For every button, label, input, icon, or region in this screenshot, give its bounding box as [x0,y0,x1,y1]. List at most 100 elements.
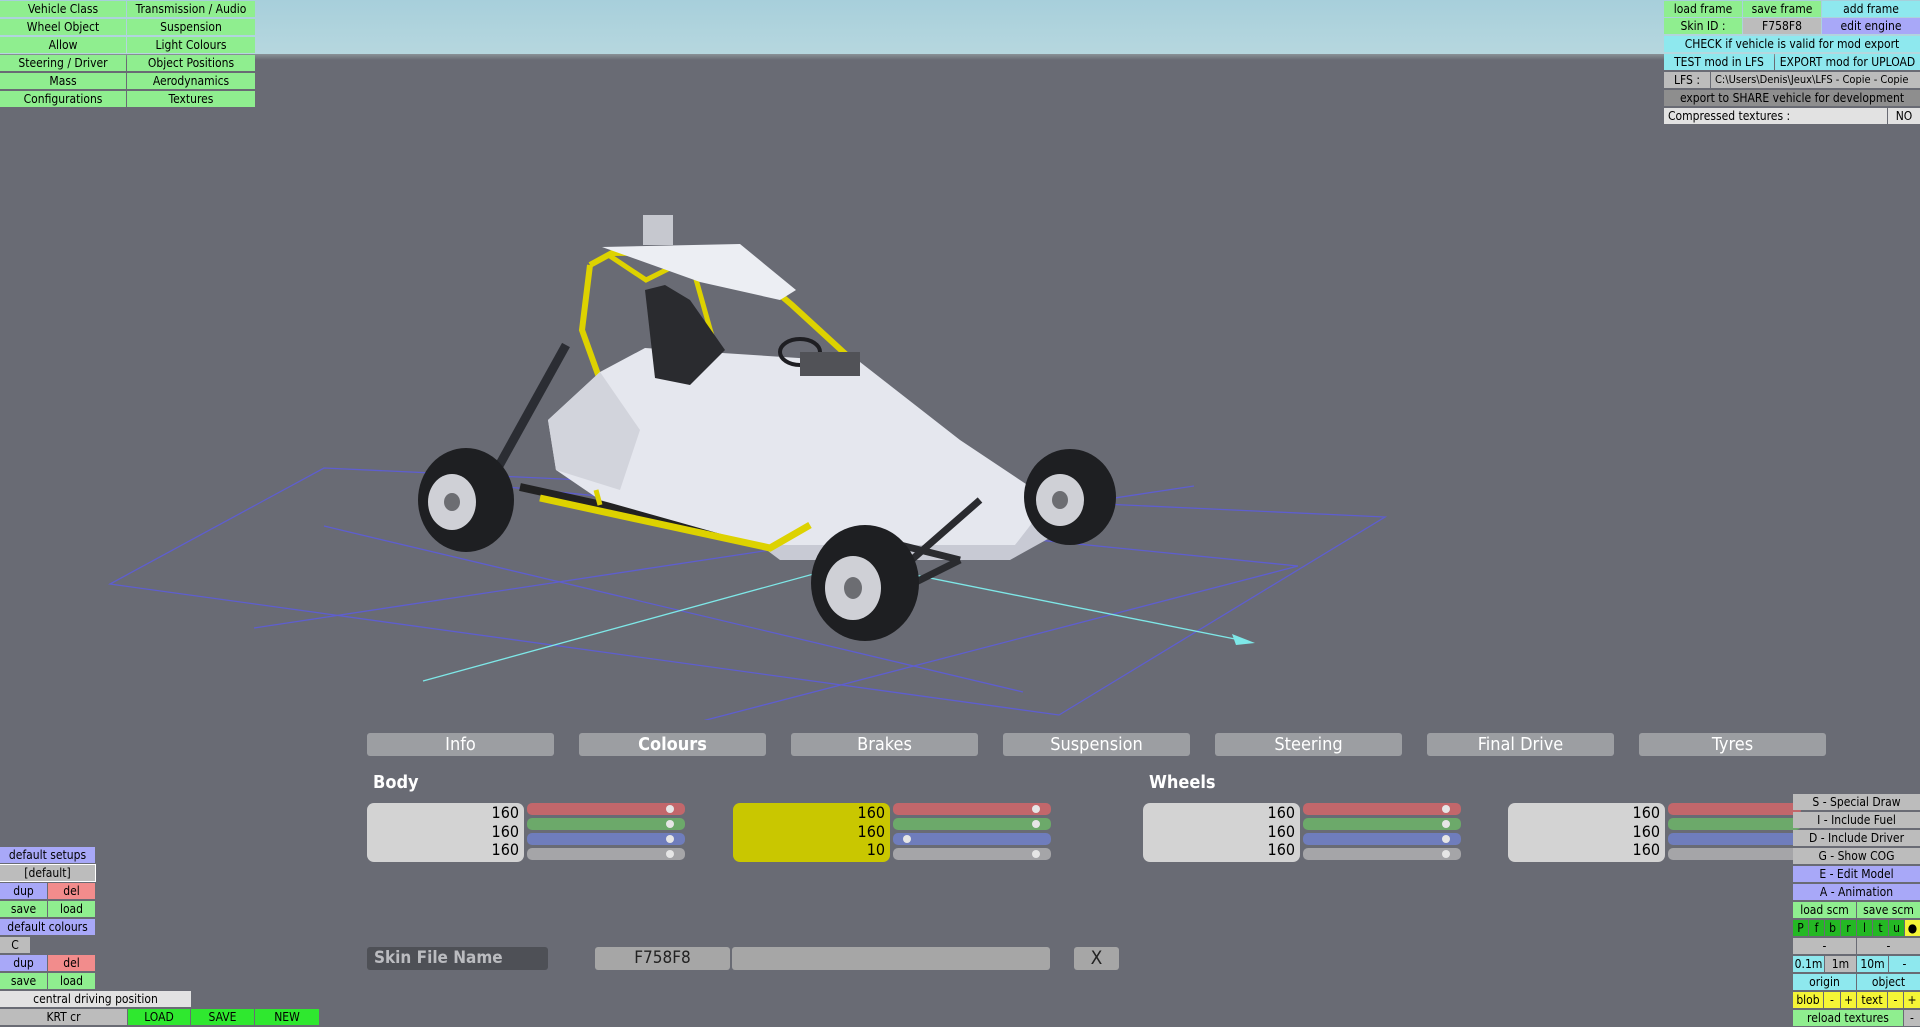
colour-slider-alpha[interactable] [1303,848,1461,860]
colour-slider-green[interactable] [1303,818,1461,830]
colour-slider-red[interactable] [893,803,1051,815]
tab-final-drive[interactable]: Final Drive [1427,733,1614,756]
default-setups-button[interactable]: default setups [0,847,95,863]
tab-suspension[interactable]: Suspension [1003,733,1190,756]
view-toggle-l[interactable]: l [1857,920,1872,936]
load-colour-button[interactable]: load [48,973,95,989]
view-toggle-dot[interactable]: ● [1905,920,1920,936]
skin-id-field[interactable]: F758F8 [1743,18,1821,34]
blob-plus-button[interactable]: + [1841,992,1856,1008]
tab-brakes[interactable]: Brakes [791,733,978,756]
vehicle-3d-viewport[interactable] [0,60,1920,720]
del-colour-button[interactable]: del [48,955,95,971]
slider-knob[interactable] [1441,805,1450,813]
tab-steering[interactable]: Steering [1215,733,1402,756]
slider-knob[interactable] [1441,820,1450,828]
special-draw-button[interactable]: S - Special Draw [1793,794,1920,810]
load-frame-button[interactable]: load frame [1664,1,1742,17]
step-0-1m-button[interactable]: 0.1m [1793,956,1824,972]
slider-knob[interactable] [1031,805,1040,813]
slider-knob[interactable] [902,835,911,843]
menu-configurations[interactable]: Configurations [0,91,126,107]
colour-values-box-2[interactable]: 160 160 10 [733,803,890,862]
object-button[interactable]: object [1857,974,1920,990]
test-mod-button[interactable]: TEST mod in LFS [1664,54,1774,70]
slider-knob[interactable] [665,820,674,828]
view-toggle-P[interactable]: P [1793,920,1808,936]
menu-mass[interactable]: Mass [0,73,126,89]
animation-button[interactable]: A - Animation [1793,884,1920,900]
save-scm-button[interactable]: save scm [1857,902,1920,918]
colour-values-box-4[interactable]: 160 160 160 [1508,803,1665,862]
load-scm-button[interactable]: load scm [1793,902,1856,918]
colour-slider-green[interactable] [527,818,685,830]
menu-allow[interactable]: Allow [0,37,126,53]
step-minus-button[interactable]: - [1889,956,1920,972]
add-frame-button[interactable]: add frame [1822,1,1920,17]
slider-knob[interactable] [1031,850,1040,858]
compressed-textures-toggle[interactable]: NO [1888,108,1920,124]
step-1m-button[interactable]: 1m [1825,956,1856,972]
view-toggle-b[interactable]: b [1825,920,1840,936]
slider-knob[interactable] [1441,835,1450,843]
slider-knob[interactable] [1031,820,1040,828]
colour-slider-blue[interactable] [1303,833,1461,845]
blob-minus-button[interactable]: - [1824,992,1840,1008]
colour-slider-green[interactable] [1668,818,1801,830]
view-toggle-t[interactable]: t [1873,920,1888,936]
lfs-path-field[interactable]: C:\Users\Denis\Jeux\LFS - Copie - Copie [1711,72,1920,88]
view-toggle-f[interactable]: f [1809,920,1824,936]
show-cog-button[interactable]: G - Show COG [1793,848,1920,864]
slider-knob[interactable] [1441,850,1450,858]
menu-steering-driver[interactable]: Steering / Driver [0,55,126,71]
new-vehicle-button[interactable]: NEW [255,1009,319,1025]
export-mod-button[interactable]: EXPORT mod for UPLOAD [1775,54,1920,70]
menu-transmission-audio[interactable]: Transmission / Audio [127,1,255,17]
check-valid-button[interactable]: CHECK if vehicle is valid for mod export [1664,36,1920,52]
setup-name-field[interactable]: [default] [0,864,96,882]
origin-button[interactable]: origin [1793,974,1856,990]
minus-button-right[interactable]: - [1857,938,1920,954]
menu-textures[interactable]: Textures [127,91,255,107]
colour-slider-blue[interactable] [527,833,685,845]
save-colour-button[interactable]: save [0,973,47,989]
colour-slider-red[interactable] [527,803,685,815]
del-setup-button[interactable]: del [48,883,95,899]
save-vehicle-button[interactable]: SAVE [191,1009,254,1025]
slider-knob[interactable] [665,835,674,843]
text-minus-button[interactable]: - [1888,992,1903,1008]
menu-light-colours[interactable]: Light Colours [127,37,255,53]
skin-file-name-input[interactable] [732,947,1050,970]
vehicle-name-field[interactable]: KRT cr [0,1009,127,1025]
colour-slider-alpha[interactable] [1668,848,1801,860]
reload-textures-button[interactable]: reload textures [1793,1010,1903,1026]
include-fuel-button[interactable]: I - Include Fuel [1793,812,1920,828]
edit-engine-button[interactable]: edit engine [1822,18,1920,34]
menu-wheel-object[interactable]: Wheel Object [0,19,126,35]
save-frame-button[interactable]: save frame [1743,1,1821,17]
text-plus-button[interactable]: + [1904,992,1920,1008]
slider-knob[interactable] [665,850,674,858]
menu-aerodynamics[interactable]: Aerodynamics [127,73,255,89]
tab-tyres[interactable]: Tyres [1639,733,1826,756]
colour-values-box-1[interactable]: 160 160 160 [367,803,524,862]
colour-slider-blue[interactable] [893,833,1051,845]
reload-minus-button[interactable]: - [1904,1010,1920,1026]
default-colours-button[interactable]: default colours [0,919,95,935]
export-share-button[interactable]: export to SHARE vehicle for development [1664,90,1920,106]
view-toggle-r[interactable]: r [1841,920,1856,936]
menu-vehicle-class[interactable]: Vehicle Class [0,1,126,17]
step-10m-button[interactable]: 10m [1857,956,1888,972]
minus-button-left[interactable]: - [1793,938,1856,954]
load-setup-button[interactable]: load [48,901,95,917]
central-driving-position-button[interactable]: central driving position [0,991,191,1007]
colour-name-field[interactable]: C [0,937,30,953]
include-driver-button[interactable]: D - Include Driver [1793,830,1920,846]
menu-object-positions[interactable]: Object Positions [127,55,255,71]
dup-colour-button[interactable]: dup [0,955,47,971]
tab-colours[interactable]: Colours [579,733,766,756]
slider-knob[interactable] [665,805,674,813]
menu-suspension[interactable]: Suspension [127,19,255,35]
colour-slider-alpha[interactable] [527,848,685,860]
colour-slider-green[interactable] [893,818,1051,830]
